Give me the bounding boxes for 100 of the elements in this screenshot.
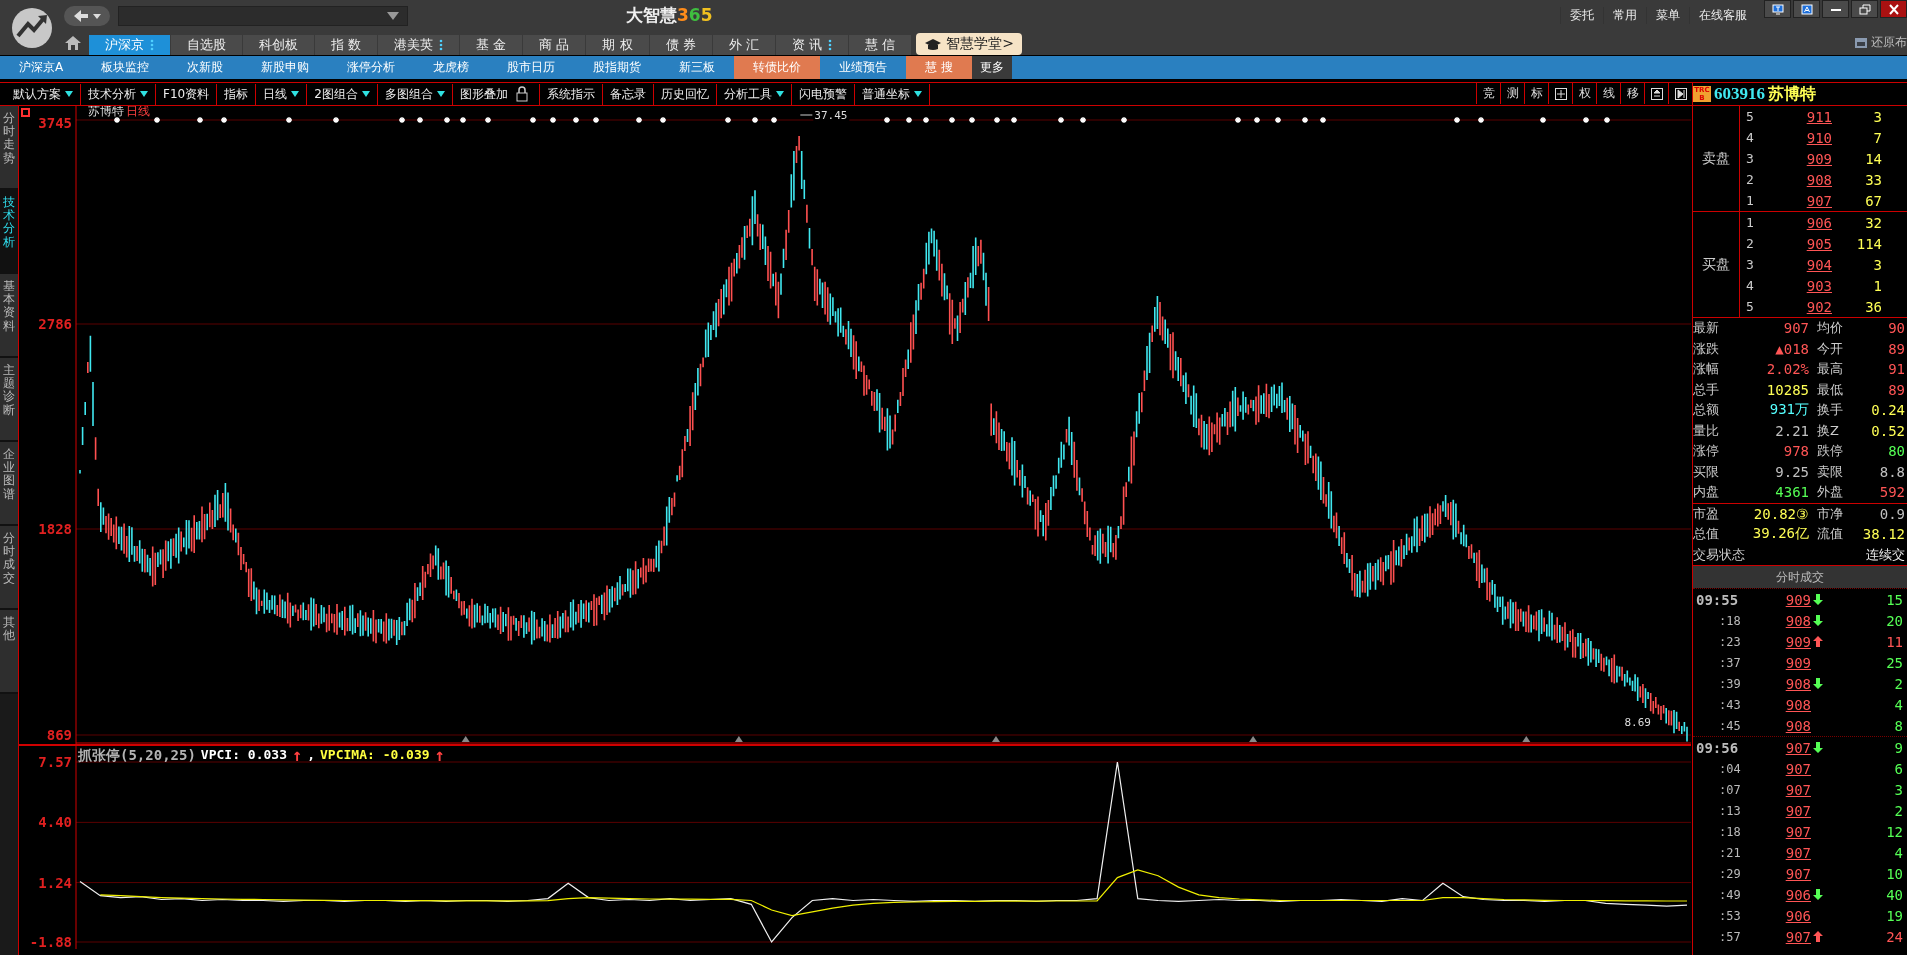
chart-tool-button[interactable]: 测: [1500, 83, 1524, 104]
bid-price: 905: [1805, 235, 1832, 252]
side-tab[interactable]: 基本资料: [0, 274, 18, 358]
dropdown-icon[interactable]: [913, 90, 922, 98]
toolbar-button[interactable]: 普通坐标: [854, 83, 930, 105]
dropdown-icon[interactable]: [436, 90, 445, 98]
back-button[interactable]: [64, 5, 110, 26]
sub-nav-link[interactable]: 板块监控: [82, 56, 169, 79]
menu-item[interactable]: 菜单: [1646, 7, 1689, 24]
chart-tool-button[interactable]: 标: [1524, 83, 1548, 104]
dropdown-icon[interactable]: [361, 90, 370, 98]
stat-value: 907: [1782, 320, 1809, 337]
toolbar-button[interactable]: 图形叠加: [452, 83, 540, 105]
market-tab[interactable]: 慧 信: [849, 35, 912, 55]
side-tab[interactable]: 主题诊断: [0, 358, 18, 442]
market-tab[interactable]: 期 权: [586, 35, 649, 55]
academy-button[interactable]: 智慧学堂>: [916, 33, 1022, 55]
market-tab[interactable]: 科创板: [243, 35, 314, 55]
trade-price: 906: [1784, 886, 1811, 903]
trade-volume: 2: [1893, 675, 1904, 692]
market-tab[interactable]: 资 讯: [775, 35, 848, 55]
toolbar-button[interactable]: 备忘录: [602, 83, 654, 105]
side-tab[interactable]: 其他: [0, 610, 18, 694]
chart-tool-button[interactable]: 竞: [1476, 83, 1500, 104]
font-button[interactable]: [1793, 0, 1820, 18]
stat-value: 2.21: [1774, 422, 1809, 439]
trade-time: :53: [1718, 908, 1742, 923]
trade-price: 907: [1784, 739, 1811, 756]
trade-volume: 25: [1885, 654, 1904, 671]
submenu-dots-icon[interactable]: [828, 39, 832, 51]
side-tab[interactable]: 分时走势: [0, 106, 18, 190]
trade-time: :04: [1718, 761, 1742, 776]
toolbar-button[interactable]: 多图组合: [377, 83, 453, 105]
trade-volume: 19: [1885, 907, 1904, 924]
buy-side-label: 买盘: [1693, 212, 1740, 317]
indicator-legend-text: ↑: [291, 747, 303, 765]
sub-nav-link[interactable]: 业绩预告: [820, 56, 907, 79]
bid-volume: 32: [1864, 214, 1882, 231]
chart-menu-icon[interactable]: [21, 108, 30, 117]
level-number: 5: [1745, 299, 1755, 314]
trades-header[interactable]: 分时成交: [1693, 566, 1907, 588]
chart-tool-button[interactable]: 线: [1596, 83, 1620, 104]
dropdown-icon[interactable]: [775, 90, 784, 98]
side-tab[interactable]: 分时成交: [0, 526, 18, 610]
menu-item[interactable]: 委托: [1560, 7, 1603, 24]
market-tab[interactable]: 商 品: [523, 35, 586, 55]
sub-nav-link[interactable]: 新三板: [660, 56, 735, 79]
sub-nav-link[interactable]: 龙虎榜: [414, 56, 489, 79]
toolbar-button[interactable]: 2图组合: [307, 83, 378, 105]
chart-tool-button[interactable]: 权: [1572, 83, 1596, 104]
dropdown-icon[interactable]: [65, 90, 73, 98]
stat-label: 内盘: [1693, 483, 1720, 502]
menu-item[interactable]: 常用: [1603, 7, 1646, 24]
menu-item[interactable]: 在线客服: [1689, 7, 1756, 24]
stat-label: 市净: [1817, 504, 1844, 523]
chart-tool-button[interactable]: 移: [1620, 83, 1644, 104]
trade-price: 908: [1784, 696, 1811, 713]
home-icon[interactable]: [64, 35, 82, 51]
market-tab[interactable]: 指 数: [315, 35, 378, 55]
trade-price: 907: [1784, 865, 1811, 882]
sub-nav-link[interactable]: 次新股: [168, 56, 243, 79]
toolbar-button[interactable]: 默认方案: [6, 83, 81, 105]
side-tab[interactable]: 技术分析: [0, 190, 18, 274]
toolbar-button[interactable]: F10资料: [156, 83, 218, 105]
sub-nav-link[interactable]: 涨停分析: [328, 56, 415, 79]
sub-nav-link[interactable]: 更多: [972, 56, 1013, 79]
market-tab[interactable]: 外 汇: [712, 35, 775, 55]
trade-volume: 4: [1893, 696, 1904, 713]
market-tab[interactable]: 自选股: [171, 35, 242, 55]
indicator-legend-text: VPCIMA: -0.039: [320, 747, 430, 764]
minimize-button[interactable]: [1822, 0, 1849, 18]
toolbar-button[interactable]: 分析工具: [716, 83, 792, 105]
toolbar-button[interactable]: 技术分析: [81, 83, 156, 105]
sub-nav-link[interactable]: 沪深京A: [0, 56, 83, 79]
font-icon: [1800, 3, 1813, 15]
submenu-dots-icon[interactable]: [150, 39, 154, 51]
trade-price: 909: [1784, 591, 1811, 608]
stat-value: 592: [1878, 484, 1905, 501]
sub-nav-link[interactable]: 股市日历: [488, 56, 575, 79]
market-tab[interactable]: 债 券: [649, 35, 712, 55]
market-tab[interactable]: 基 金: [460, 35, 523, 55]
toolbar-button[interactable]: 历史回忆: [653, 83, 717, 105]
market-tab[interactable]: 港美英: [378, 35, 460, 55]
dropdown-icon[interactable]: [291, 90, 300, 98]
side-tab[interactable]: 企业图谱: [0, 442, 18, 526]
close-button[interactable]: [1880, 0, 1907, 18]
toolbar-button[interactable]: 系统指示: [539, 83, 603, 105]
submenu-dots-icon[interactable]: [439, 39, 444, 51]
monitor-button[interactable]: [1764, 0, 1791, 18]
trade-price: 907: [1784, 760, 1811, 777]
toolbar-button[interactable]: 日线: [256, 83, 308, 105]
sub-nav-link[interactable]: 新股申购: [242, 56, 329, 79]
restore-button[interactable]: [1851, 0, 1878, 18]
lock-icon[interactable]: [514, 86, 529, 102]
sub-nav-link[interactable]: 股指期货: [574, 56, 661, 79]
up-arrow-icon: [1813, 930, 1823, 942]
dropdown-icon[interactable]: [140, 90, 148, 98]
toolbar-button[interactable]: 闪电预警: [791, 83, 855, 105]
restore-layout-button[interactable]: 还原布: [1854, 34, 1907, 51]
toolbar-button[interactable]: 指标: [217, 83, 257, 105]
